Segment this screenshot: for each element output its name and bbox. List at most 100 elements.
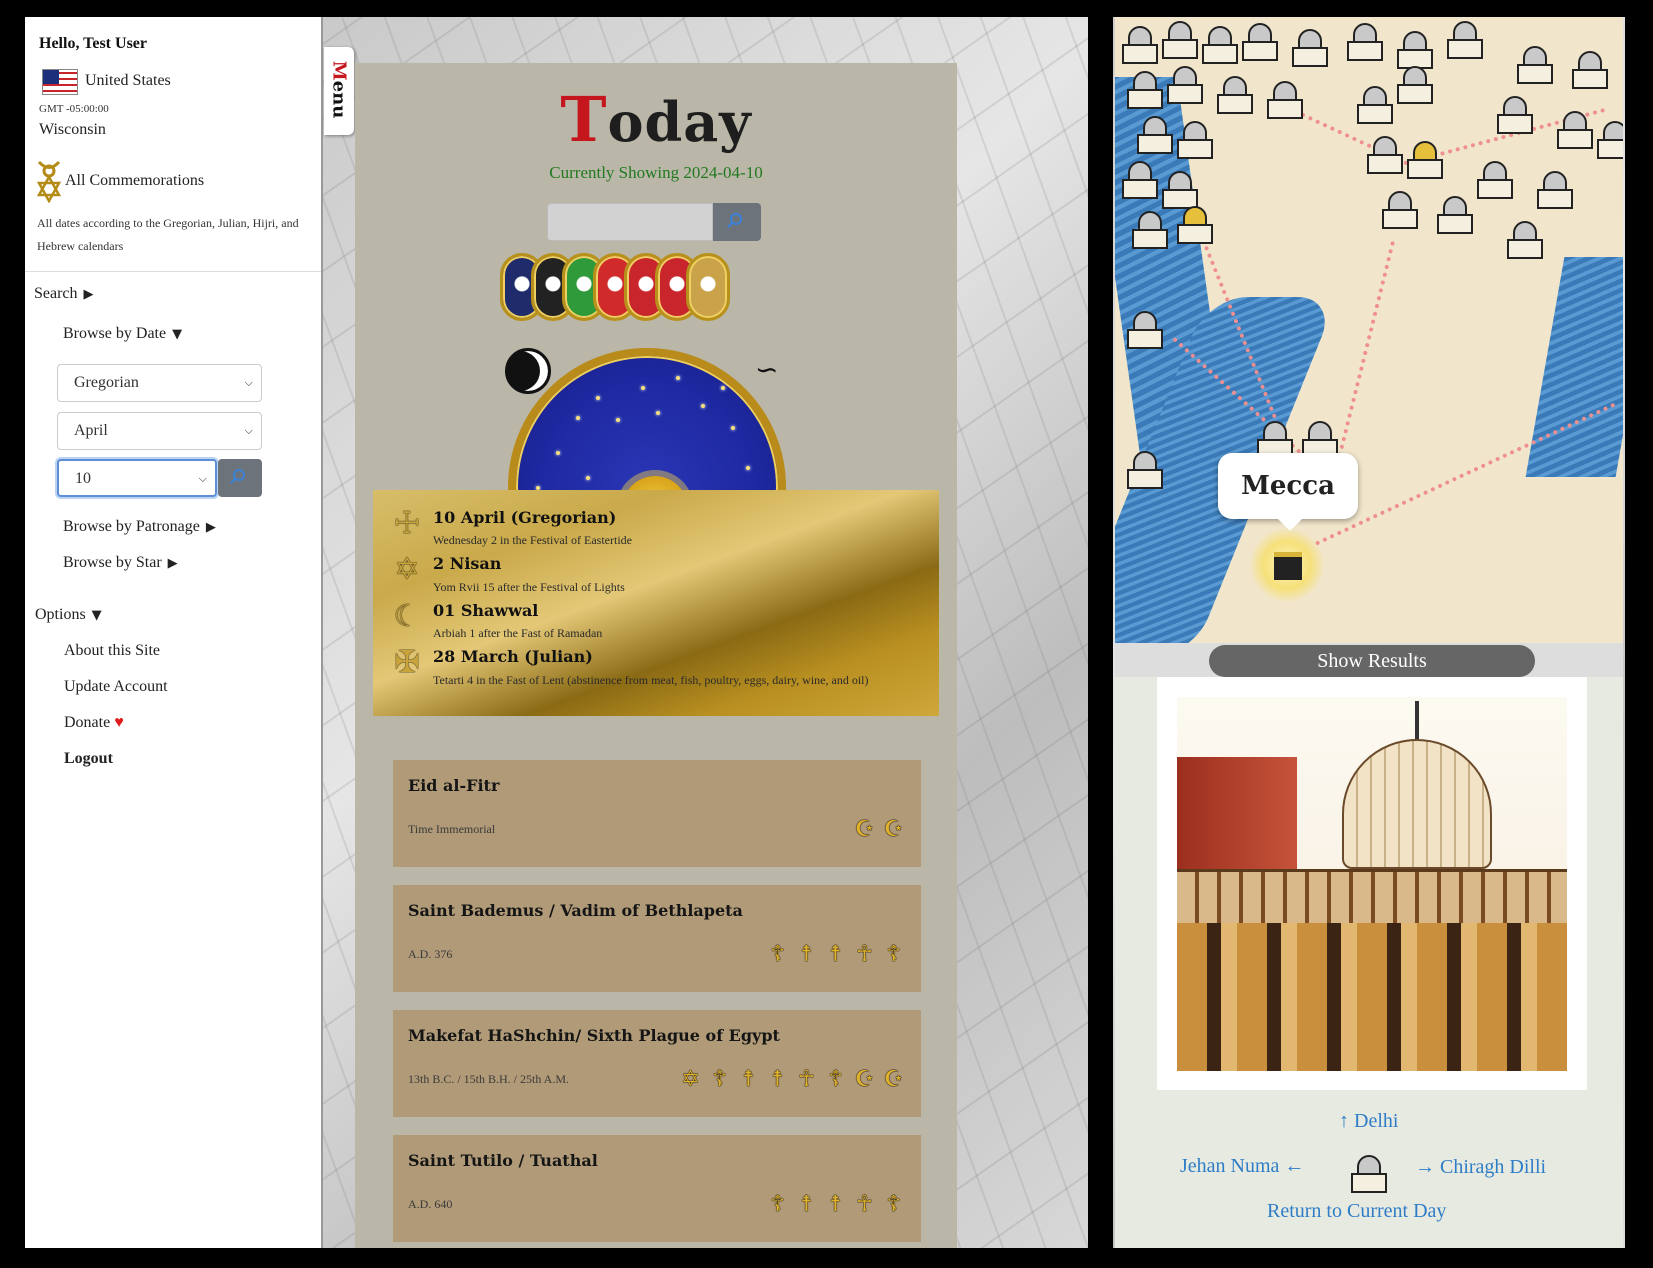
crescent-icon: ☾ (393, 599, 421, 634)
mosque-marker-icon[interactable] (1475, 157, 1515, 201)
search-label: Search (34, 285, 78, 302)
mosque-marker-icon[interactable] (1130, 207, 1170, 251)
hijri-date-detail: Arbiah 1 after the Fast of Ramadan (433, 626, 603, 640)
chevron-down-icon: ⌵ (198, 472, 207, 485)
mosque-marker-icon[interactable] (1120, 22, 1160, 66)
faith-symbol-icon: ☪ (883, 817, 904, 842)
menu-tab-label: Menu (328, 60, 350, 119)
mosque-marker-icon[interactable] (1160, 17, 1200, 61)
commemorations-filter[interactable]: All Commemorations (65, 172, 204, 190)
mosque-marker-icon[interactable] (1175, 202, 1215, 246)
mosque-marker-icon[interactable] (1495, 92, 1535, 136)
mosque-marker-icon[interactable] (1240, 19, 1280, 63)
card-date: A.D. 376 (408, 947, 453, 961)
mosque-marker-icon[interactable] (1380, 187, 1420, 231)
mosque-marker-icon[interactable] (1435, 192, 1475, 236)
month-select-value: April (74, 422, 108, 439)
about-link[interactable]: About this Site (64, 642, 160, 660)
heart-icon: ♥ (114, 714, 124, 731)
screen: Hello, Test User United States GMT -05:0… (0, 0, 1653, 1268)
julian-date-detail: Tetarti 4 in the Fast of Lent (abstinenc… (433, 673, 869, 687)
day-select-value: 10 (75, 470, 91, 487)
mosque-marker-icon[interactable] (1120, 157, 1160, 201)
faith-symbol-icon: ☨ (829, 942, 842, 967)
gregorian-date: 10 April (Gregorian) (433, 508, 617, 527)
mosque-marker-icon[interactable] (1135, 112, 1175, 156)
commemoration-card[interactable]: Makefat HaShchin/ Sixth Plague of Egypt … (393, 1010, 921, 1117)
day-select[interactable]: 10 ⌵ (57, 459, 217, 497)
faith-symbol-icon: ☨ (742, 1067, 755, 1092)
mosque-marker-icon[interactable] (1515, 42, 1555, 86)
country-name: United States (85, 72, 171, 89)
calendar-select-value: Gregorian (74, 374, 139, 391)
mosque-marker-icon[interactable] (1345, 19, 1385, 63)
return-link[interactable]: Return to Current Day (1267, 1200, 1446, 1223)
mosque-marker-icon[interactable] (1365, 132, 1405, 176)
julian-date: 28 March (Julian) (433, 647, 593, 666)
show-results-button[interactable]: Show Results (1209, 645, 1535, 677)
north-link[interactable]: ↑ Delhi (1339, 1110, 1398, 1133)
browse-by-star-label: Browse by Star (63, 554, 162, 571)
month-select[interactable]: April ⌵ (57, 412, 262, 450)
today-panel: Today Currently Showing 2024-04-10 ♈ ∽ ☩… (355, 63, 957, 1248)
menu-tab[interactable]: Menu (324, 47, 354, 135)
west-link[interactable]: Jehan Numa ← (1180, 1155, 1304, 1178)
search-button[interactable] (713, 203, 761, 241)
faith-symbol-icon: ☦ (712, 1067, 727, 1092)
faith-symbol-icon: ☨ (800, 1192, 813, 1217)
mosque-marker-icon[interactable] (1445, 17, 1485, 61)
mosque-marker-icon[interactable] (1555, 107, 1595, 151)
chevron-down-icon: ⌵ (244, 424, 253, 437)
mosque-marker-icon[interactable] (1125, 307, 1165, 351)
faith-medal-icon[interactable] (686, 253, 730, 321)
mosque-marker-icon[interactable] (1265, 77, 1305, 121)
logout-link[interactable]: Logout (64, 750, 113, 768)
commemoration-card[interactable]: Saint Tutilo / Tuathal A.D. 640 ☦ ☨ ☨ ☥ ☦ (393, 1135, 921, 1242)
browse-by-date-toggle[interactable]: Browse by Date ▼ (63, 325, 182, 343)
commemoration-card[interactable]: Eid al-Fitr Time Immemorial ☪ ☪ (393, 760, 921, 867)
christian-cross-icon: ☩ (393, 506, 421, 541)
search-toggle[interactable]: Search ▶ (34, 285, 94, 303)
mosque-marker-icon[interactable] (1595, 117, 1623, 161)
user-greeting: Hello, Test User (39, 35, 147, 52)
faith-symbol-icon: ☥ (798, 1067, 815, 1092)
mosque-marker-icon[interactable] (1125, 67, 1165, 111)
mosque-marker-icon[interactable] (1355, 82, 1395, 126)
orthodox-cross-icon: ✠ (394, 645, 420, 680)
mosque-marker-icon[interactable] (1200, 22, 1240, 66)
calendar-select[interactable]: Gregorian ⌵ (57, 364, 262, 402)
moon-phase-icon (505, 348, 551, 394)
faith-symbol-icon: ☨ (771, 1067, 784, 1092)
east-link[interactable]: → Chiragh Dilli (1415, 1156, 1546, 1179)
browse-by-star-toggle[interactable]: Browse by Star ▶ (63, 554, 178, 572)
mosque-marker-icon[interactable] (1165, 62, 1205, 106)
commemoration-card[interactable]: Saint Bademus / Vadim of Bethlapeta A.D.… (393, 885, 921, 992)
mosque-marker-icon[interactable] (1570, 47, 1610, 91)
donate-link[interactable]: Donate ♥ (64, 714, 124, 732)
state-name: Wisconsin (39, 121, 106, 138)
kaaba-icon[interactable] (1250, 528, 1324, 602)
card-date: 13th B.C. / 15th B.H. / 25th A.M. (408, 1072, 570, 1086)
mosque-marker-icon[interactable] (1290, 25, 1330, 69)
mosque-marker-icon[interactable] (1125, 447, 1165, 491)
update-account-link[interactable]: Update Account (64, 678, 168, 696)
faith-symbol-icon: ☦ (886, 942, 901, 967)
search-input[interactable] (547, 203, 713, 241)
pilgrimage-map[interactable] (1115, 17, 1623, 643)
faith-symbols: ☦ ☨ ☨ ☥ ☦ (764, 931, 907, 979)
mosque-marker-icon[interactable] (1395, 62, 1435, 106)
mosque-marker-icon[interactable] (1175, 117, 1215, 161)
browse-by-patronage-toggle[interactable]: Browse by Patronage ▶ (63, 518, 216, 536)
sidebar-menu: Hello, Test User United States GMT -05:0… (25, 17, 323, 1248)
calendar-note: All dates according to the Gregorian, Ju… (37, 216, 299, 253)
options-toggle[interactable]: Options ▼ (35, 606, 102, 624)
mosque-marker-icon[interactable] (1505, 217, 1545, 261)
mosque-marker-icon[interactable] (1535, 167, 1575, 211)
timezone-label: GMT -05:00:00 (39, 103, 109, 115)
faith-symbol-icon: ☥ (856, 1192, 873, 1217)
mosque-marker-icon[interactable] (1405, 137, 1445, 181)
date-search-button[interactable] (218, 459, 262, 497)
us-flag-icon (42, 69, 78, 95)
mosque-marker-icon[interactable] (1215, 72, 1255, 116)
faith-symbol-icon: ☪ (883, 1067, 904, 1092)
